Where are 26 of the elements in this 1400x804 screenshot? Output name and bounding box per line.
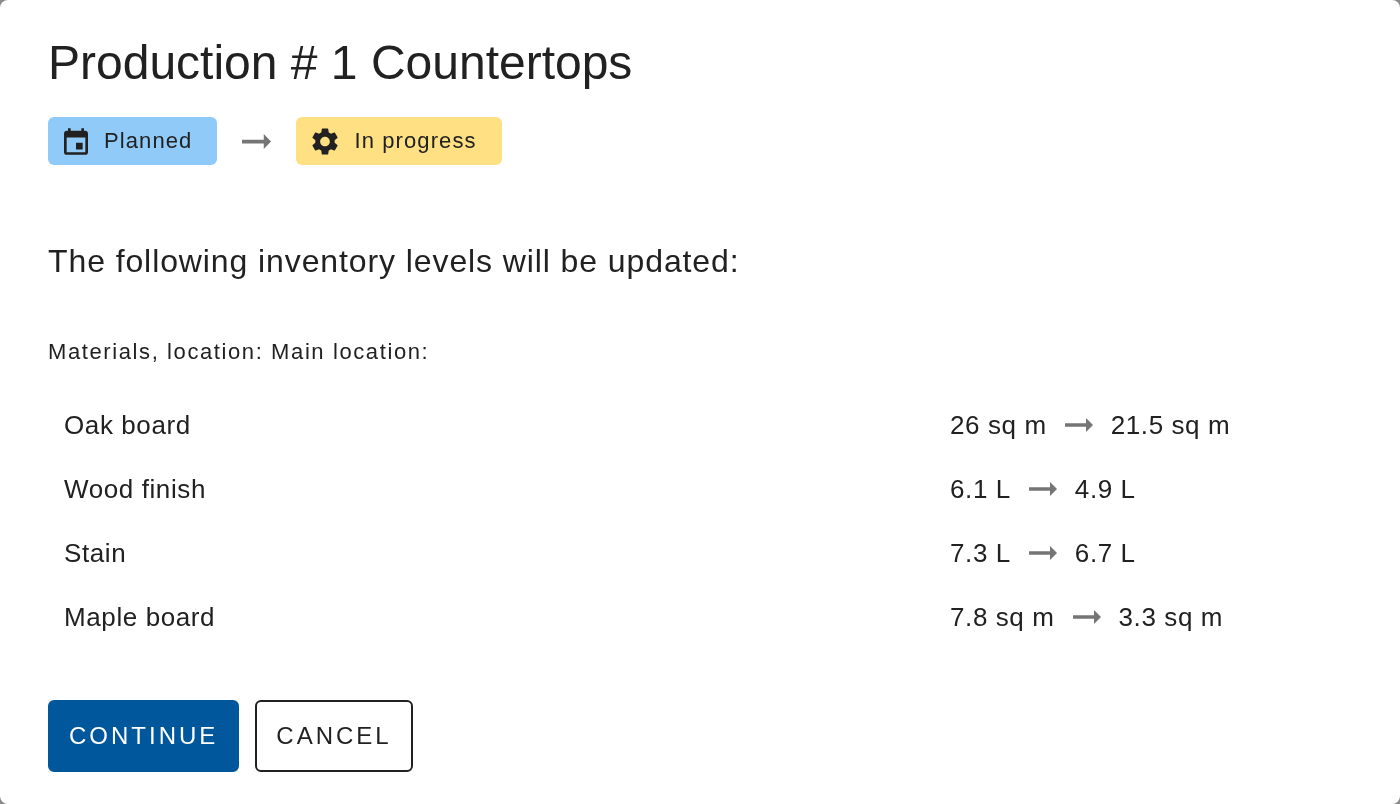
current-quantity: 26 sq m [950,409,1047,441]
new-quantity: 21.5 sq m [1110,409,1231,441]
cancel-button[interactable]: CANCEL [255,700,413,772]
new-quantity: 3.3 sq m [1118,601,1224,633]
update-message: The following inventory levels will be updated: [48,242,740,280]
new-quantity: 6.7 L [1074,537,1136,569]
status-label: Planned [104,128,193,154]
arrow-icon [242,133,272,149]
current-quantity: 6.1 L [950,473,1011,505]
material-name: Wood finish [64,473,206,505]
arrow-icon [1028,482,1057,496]
current-quantity: 7.8 sq m [950,601,1055,633]
material-name: Oak board [64,409,191,441]
continue-button[interactable]: CONTINUE [48,700,240,772]
status-label: In progress [354,128,477,154]
calendar-icon [64,127,88,155]
gear-icon [312,127,339,155]
current-quantity: 7.3 L [950,537,1011,569]
material-name: Stain [64,537,127,569]
arrow-icon [1064,418,1093,432]
dialog-title: Production # 1 Countertops [48,35,633,91]
group-heading: Materials, location: Main location: [48,339,430,365]
arrow-icon [1072,610,1101,624]
new-quantity: 4.9 L [1074,473,1136,505]
material-name: Maple board [64,601,216,633]
arrow-icon [1028,546,1057,560]
